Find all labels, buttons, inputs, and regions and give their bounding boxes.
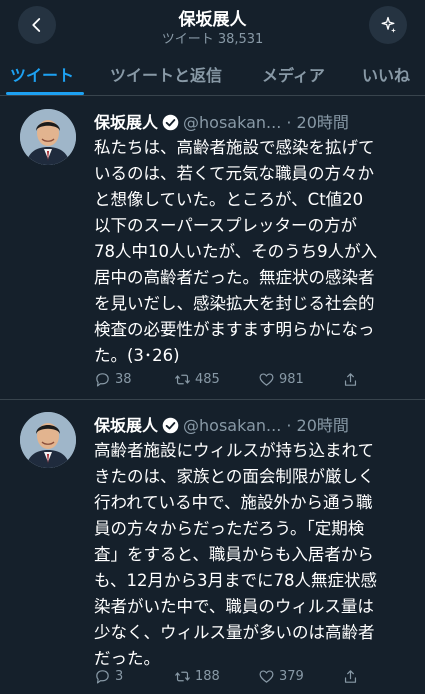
retweet-icon — [175, 671, 190, 682]
heart-icon — [259, 373, 274, 386]
retweet-button[interactable]: 188 — [174, 668, 220, 685]
tab-media[interactable]: メディア — [262, 62, 325, 86]
tweet-text-line: 以下のスーパースプレッターの方が — [94, 216, 358, 235]
profile-tabs: ツイート ツイートと返信 メディア いいね — [0, 52, 425, 96]
reply-icon — [96, 670, 109, 684]
tweet-timestamp[interactable]: · 20時間 — [286, 416, 349, 435]
active-tab-indicator — [6, 92, 84, 95]
tweet-text-line: 私たちは、高齢者施設で感染を拡げて — [94, 138, 375, 157]
tweet-header: 保坂展人 @hosakan... · 20時間 — [94, 412, 415, 436]
top-tweets-button[interactable] — [369, 6, 407, 44]
tweet-text-line: と想像していた。ところが、Ct値20 — [94, 190, 364, 209]
tweet-text-line: 検査の必要性がますます明らかになっ — [94, 320, 375, 339]
share-icon — [344, 373, 357, 386]
like-button[interactable]: 379 — [258, 668, 304, 685]
tweet-text-line: も、12月から3月までに78人無症状感 — [94, 571, 377, 590]
tweet-text: 高齢者施設にウィルスが持ち込まれて きたのは、家族との面会制限が厳しく 行われて… — [94, 438, 420, 672]
profile-name-title: 保坂展人 — [178, 10, 247, 30]
reply-button[interactable]: 38 — [94, 371, 132, 388]
tweet-text-line: 査」をすると、職員からも入居者から — [94, 545, 374, 564]
author-name[interactable]: 保坂展人 — [94, 416, 158, 435]
reply-count: 38 — [115, 372, 132, 387]
tweet-text-line: 染者がいた中で、職員のウィルス量は — [94, 597, 374, 616]
tweet-text-line: を見いだし、感染拡大を封じる社会的 — [94, 294, 375, 313]
reply-icon — [96, 373, 109, 387]
avatar[interactable] — [20, 109, 76, 165]
sparkle-icon — [381, 16, 396, 33]
tweet-text-line: きたのは、家族との面会制限が厳しく — [94, 467, 375, 486]
tab-tweets[interactable]: ツイート — [10, 62, 74, 86]
avatar-photo — [20, 412, 76, 468]
reply-count: 3 — [115, 669, 124, 684]
tweet-text-line: 少なく、ウィルス量が多いのは高齢者 — [94, 623, 375, 642]
profile-header: 保坂展人 ツイート 38,531 — [0, 0, 425, 52]
tweet-text-line: 行われている中で、施設外から通う職 — [94, 493, 373, 512]
tab-tweets-and-replies[interactable]: ツイートと返信 — [110, 62, 222, 86]
tweet-text-line: 78人中10人いたが、そのうち9人が入 — [94, 242, 378, 261]
reply-button[interactable]: 3 — [94, 668, 123, 685]
tweet-item[interactable]: 保坂展人 @hosakan... · 20時間 高齢者施設にウィルスが持ち込まれて… — [0, 400, 425, 694]
tweet-header: 保坂展人 @hosakan... · 20時間 — [94, 109, 415, 133]
share-button[interactable] — [342, 668, 359, 685]
tweet-item[interactable]: 保坂展人 @hosakan... · 20時間 私たちは、高齢者施設で感染を拡げて… — [0, 97, 425, 400]
avatar[interactable] — [20, 412, 76, 468]
tweet-count: ツイート 38,531 — [161, 32, 264, 47]
tweet-actions: 38 485 981 — [94, 371, 384, 393]
tweet-text-line: いるのは、若くて元気な職員の方々か — [94, 164, 375, 183]
verified-badge-icon — [162, 417, 179, 434]
like-count: 981 — [279, 372, 304, 387]
tweet-text-line: 居中の高齢者だった。無症状の感染者 — [94, 268, 375, 287]
verified-badge-icon — [162, 114, 179, 131]
heart-icon — [259, 670, 274, 683]
author-name[interactable]: 保坂展人 — [94, 113, 158, 132]
author-handle[interactable]: @hosakan... — [183, 113, 281, 132]
retweet-button[interactable]: 485 — [174, 371, 220, 388]
tab-likes[interactable]: いいね — [362, 62, 410, 86]
share-button[interactable] — [342, 371, 359, 388]
tweet-actions: 3 188 379 — [94, 668, 384, 690]
tweet-text-line: た。(3･26) — [94, 346, 180, 365]
tweet-text: 私たちは、高齢者施設で感染を拡げて いるのは、若くて元気な職員の方々か と想像し… — [94, 135, 420, 369]
author-handle[interactable]: @hosakan... — [183, 416, 281, 435]
tweet-text-line: 員の方々からだっただろう。「定期検 — [94, 519, 365, 538]
avatar-photo — [20, 109, 76, 165]
like-count: 379 — [279, 669, 304, 684]
share-icon — [344, 670, 357, 683]
retweet-count: 188 — [195, 669, 220, 684]
like-button[interactable]: 981 — [258, 371, 304, 388]
retweet-icon — [175, 374, 190, 385]
tweet-timestamp[interactable]: · 20時間 — [286, 113, 349, 132]
tweet-text-line: 高齢者施設にウィルスが持ち込まれて — [94, 441, 375, 460]
retweet-count: 485 — [195, 372, 220, 387]
